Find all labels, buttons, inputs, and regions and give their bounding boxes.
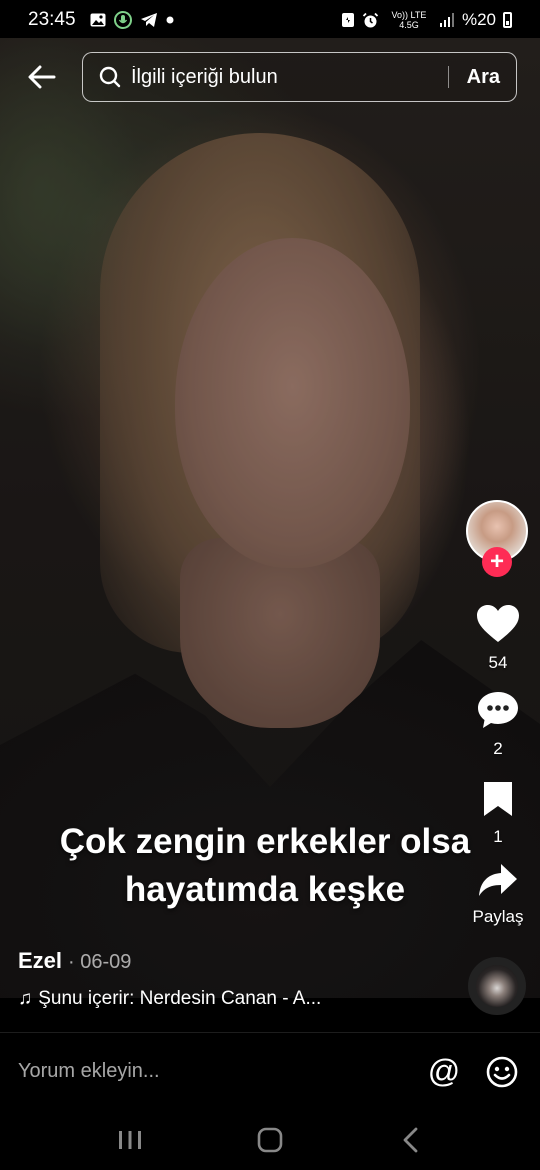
music-title: Şunu içerir: Nerdesin Canan - A... [38, 988, 322, 1009]
comment-count: 2 [493, 739, 503, 758]
status-bar: 23:45 Vo)) LTE 4.5G %20 [0, 0, 540, 40]
like-action[interactable]: 54 [462, 604, 534, 673]
follow-button[interactable]: + [482, 547, 512, 577]
recent-apps-button[interactable] [100, 1118, 160, 1162]
emoji-icon [486, 1056, 518, 1087]
back-chevron-icon [403, 1127, 418, 1153]
recording-icon [113, 11, 132, 29]
network-type: Vo)) LTE 4.5G [391, 10, 427, 30]
home-button[interactable] [240, 1118, 300, 1162]
bookmark-icon [484, 782, 512, 816]
emoji-button[interactable] [482, 1052, 522, 1092]
back-nav-button[interactable] [380, 1118, 440, 1162]
comment-bar: @ [0, 1032, 540, 1110]
caption-line-2: hayatımda keşke [124, 870, 406, 909]
gallery-icon [90, 13, 106, 27]
music-disc[interactable] [468, 957, 526, 1015]
search-input[interactable] [131, 65, 431, 89]
music-note-icon: ♫ [18, 988, 33, 1009]
comment-action[interactable]: 2 [462, 690, 534, 759]
music-info[interactable]: ♫ Şunu içerir: Nerdesin Canan - A... [18, 988, 321, 1010]
search-button[interactable]: Ara [449, 66, 516, 89]
home-icon [257, 1127, 283, 1153]
at-sign-icon: @ [427, 1053, 461, 1089]
system-nav-bar [0, 1110, 540, 1170]
recent-apps-icon [119, 1131, 141, 1149]
post-date: · 06-09 [68, 951, 132, 973]
comment-input[interactable] [18, 1060, 378, 1083]
back-button[interactable] [20, 55, 64, 99]
signal-icon [439, 13, 455, 27]
plus-icon: + [489, 548, 504, 575]
video-caption: Çok zengin erkekler olsa hayatımda keşke [30, 818, 500, 914]
notification-dot-icon [166, 16, 174, 24]
battery-percent: %20 [461, 10, 496, 29]
telegram-icon [140, 12, 158, 28]
caption-line-1: Çok zengin erkekler olsa [59, 822, 471, 861]
back-arrow-icon [28, 65, 56, 89]
mention-button[interactable]: @ [424, 1053, 464, 1090]
search-box[interactable]: Ara [82, 52, 517, 102]
like-count: 54 [488, 653, 508, 672]
creator-avatar-group: + [466, 500, 528, 578]
search-header: Ara [0, 50, 540, 104]
battery-saver-icon [341, 12, 355, 28]
author-name[interactable]: Ezel [18, 948, 62, 974]
battery-icon [503, 12, 512, 28]
alarm-icon [362, 12, 379, 29]
comment-bubble-icon [478, 692, 518, 728]
heart-icon [477, 605, 519, 642]
post-author-line: Ezel · 06-09 [18, 948, 131, 974]
status-time: 23:45 [28, 9, 76, 30]
search-icon [99, 66, 121, 88]
